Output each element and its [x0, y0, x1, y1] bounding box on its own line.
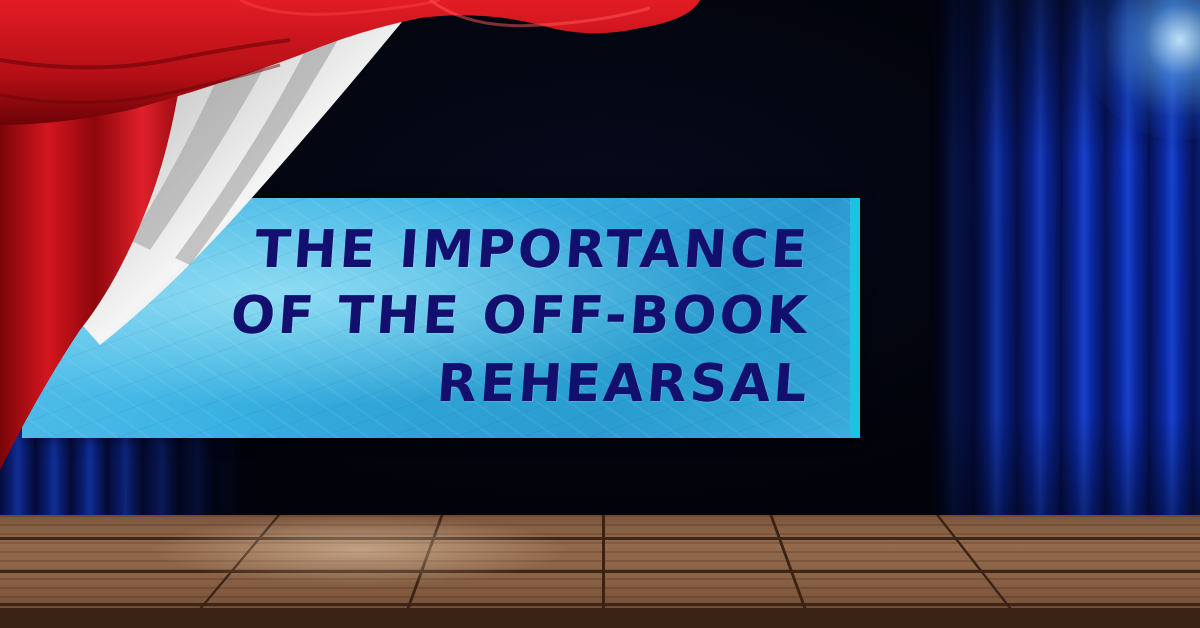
- plank-seam: [0, 603, 1200, 606]
- theater-stage-scene: THE IMPORTANCE OF THE OFF-BOOK REHEARSAL: [0, 0, 1200, 628]
- stage-front-edge: [0, 608, 1200, 628]
- plank-seam: [0, 570, 1200, 573]
- red-curtain: [0, 0, 700, 470]
- banner-edge-accent: [850, 198, 860, 438]
- stage-light-reflection: [150, 515, 570, 585]
